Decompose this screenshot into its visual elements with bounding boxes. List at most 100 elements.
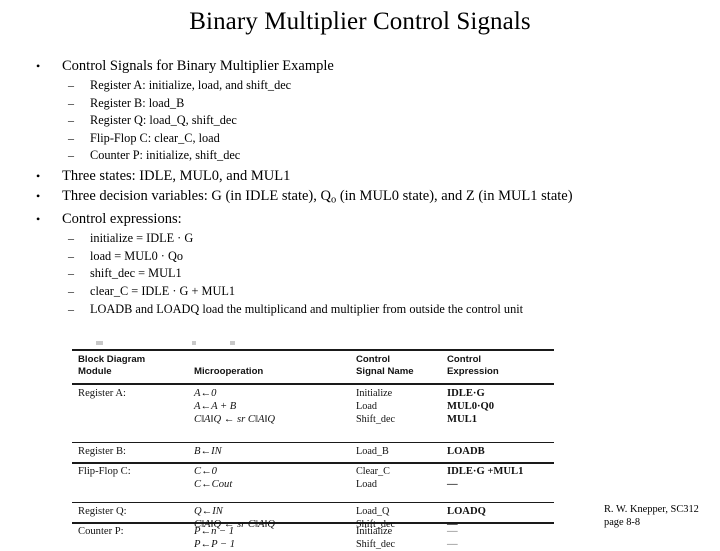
- bullet-marker-icon: •: [36, 212, 41, 227]
- control-expression: MUL1: [447, 414, 478, 426]
- module-label: Register Q:: [78, 506, 127, 517]
- signal-name: Initialize: [356, 388, 393, 399]
- cell-signal-name: Initialize Shift_dec: [356, 525, 446, 551]
- signal-name: Shift_dec: [356, 414, 396, 426]
- control-expression: MUL0·Q0: [447, 401, 495, 413]
- dash-marker-icon: –: [68, 95, 74, 110]
- cell-module: Counter P:: [78, 525, 193, 538]
- microoperation: C‖A‖Q ← sr C‖A‖Q: [194, 414, 276, 426]
- cell-signal-name: Clear_C Load: [356, 465, 446, 491]
- header-cell-signal-name: Control Signal Name: [356, 354, 446, 379]
- microoperation: A←A + B: [194, 401, 237, 413]
- page-title: Binary Multiplier Control Signals: [189, 8, 531, 35]
- table-rule-header: [72, 383, 554, 386]
- module-label: Flip-Flop C:: [78, 466, 131, 477]
- dash-marker-icon: –: [68, 284, 74, 299]
- sublist-expressions: – initialize = IDLE · G – load = MUL0 · …: [0, 230, 720, 318]
- table-rule-2: [72, 462, 554, 464]
- module-label: Register A:: [78, 388, 126, 399]
- bullet-text-prefix: Three decision variables: G (in IDLE sta…: [62, 187, 331, 204]
- microoperation: P←n − 1: [194, 526, 235, 537]
- dash-marker-icon: –: [68, 148, 74, 163]
- microoperation: P←P − 1: [194, 539, 236, 551]
- control-expression: LOADB: [447, 446, 485, 457]
- bullet-text: Control Signals for Binary Multiplier Ex…: [62, 58, 334, 74]
- cell-module: Flip-Flop C:: [78, 465, 193, 478]
- control-expression: IDLE·G +MUL1: [447, 466, 524, 477]
- header-cell-module: Block Diagram Module: [78, 354, 193, 379]
- bullet-three-states: • Three states: IDLE, MUL0, and MUL1: [0, 167, 720, 186]
- bullet-text: Three states: IDLE, MUL0, and MUL1: [62, 167, 291, 184]
- bullet-marker-icon: •: [36, 188, 41, 203]
- sub-bullet-loadb-loadq-expr: – LOADB and LOADQ load the multiplicand …: [0, 301, 720, 319]
- sub-bullet-shift-dec-expr: – shift_dec = MUL1: [0, 265, 720, 283]
- sub-bullet-register-q: – Register Q: load_Q, shift_dec: [0, 112, 720, 130]
- header-signal-line1: Control: [356, 354, 391, 365]
- table-rule-top: [72, 349, 554, 352]
- header-expression-line2: Expression: [447, 366, 499, 378]
- control-expression: —: [447, 479, 458, 491]
- sub-bullet-text: load = MUL0 · Qo: [90, 248, 184, 263]
- bullet-decision-variables: • Three decision variables: G (in IDLE s…: [0, 187, 720, 209]
- cell-microoperation: C←0 C←Cout: [194, 465, 352, 491]
- bullet-control-expressions: • Control expressions:: [0, 210, 720, 229]
- sub-bullet-text: clear_C = IDLE · G + MUL1: [90, 284, 235, 299]
- sub-bullet-text: Register B: load_B: [90, 95, 185, 110]
- cell-microoperation: A←0 A←A + B C‖A‖Q ← sr C‖A‖Q: [194, 387, 352, 427]
- cell-control-expression: IDLE·G +MUL1 —: [447, 465, 554, 491]
- credit-page: page 8-8: [604, 517, 641, 528]
- cell-control-expression: — —: [447, 525, 554, 551]
- scan-artifact: [192, 341, 196, 345]
- signal-name: Load: [356, 401, 377, 413]
- sublist-registers: – Register A: initialize, load, and shif…: [0, 77, 720, 165]
- sub-bullet-text: initialize = IDLE · G: [90, 231, 194, 246]
- signal-name: Load_Q: [356, 506, 390, 517]
- credit-block: R. W. Knepper, SC312 page 8-8: [604, 503, 699, 529]
- sub-bullet-register-a: – Register A: initialize, load, and shif…: [0, 77, 720, 95]
- cell-control-expression: LOADB: [447, 445, 554, 458]
- signal-name: Shift_dec: [356, 539, 396, 551]
- header-module-line1: Block Diagram: [78, 354, 146, 365]
- sub-bullet-load-expr: – load = MUL0 · Qo: [0, 248, 720, 266]
- bullet-control-signals: • Control Signals for Binary Multiplier …: [0, 57, 720, 76]
- cell-signal-name: Load_B: [356, 445, 446, 458]
- bullet-text-suffix: (in MUL0 state), and Z (in MUL1 state): [336, 187, 573, 204]
- header-microoperation: Microoperation: [194, 366, 264, 378]
- scan-artifact: [230, 341, 235, 345]
- dash-marker-icon: –: [68, 113, 74, 128]
- header-module-line2: Module: [78, 366, 112, 378]
- module-label: Counter P:: [78, 526, 124, 537]
- control-expression: IDLE·G: [447, 388, 485, 399]
- bullet-list: • Control Signals for Binary Multiplier …: [0, 57, 720, 320]
- control-expression: —: [447, 539, 458, 551]
- sub-bullet-text: Register Q: load_Q, shift_dec: [90, 113, 237, 128]
- header-cell-microoperation: Microoperation: [194, 354, 352, 379]
- module-label: Register B:: [78, 446, 126, 457]
- sub-bullet-clear-c-expr: – clear_C = IDLE · G + MUL1: [0, 283, 720, 301]
- cell-control-expression: IDLE·G MUL0·Q0 MUL1: [447, 387, 554, 427]
- microoperation: B←IN: [194, 446, 222, 457]
- scan-artifact: [96, 341, 103, 345]
- sub-bullet-register-b: – Register B: load_B: [0, 95, 720, 113]
- dash-marker-icon: –: [68, 231, 74, 246]
- microoperation: C←0: [194, 466, 217, 477]
- microoperation: C←Cout: [194, 479, 233, 491]
- signal-name: Load_B: [356, 446, 389, 457]
- control-expression: LOADQ: [447, 506, 486, 517]
- bullet-marker-icon: •: [36, 59, 41, 73]
- control-signals-table: Block Diagram Module Microoperation Cont…: [72, 341, 554, 550]
- table-header-row: Block Diagram Module Microoperation Cont…: [72, 354, 554, 382]
- header-cell-expression: Control Expression: [447, 354, 554, 379]
- signal-name: Load: [356, 479, 377, 491]
- cell-microoperation: P←n − 1 P←P − 1: [194, 525, 352, 551]
- sub-bullet-text: Flip-Flop C: clear_C, load: [90, 130, 220, 145]
- signal-name: Clear_C: [356, 466, 390, 477]
- table-rule-1: [72, 442, 554, 444]
- sub-bullet-flip-flop-c: – Flip-Flop C: clear_C, load: [0, 130, 720, 148]
- control-expression: —: [447, 526, 458, 537]
- table-rule-3: [72, 502, 554, 504]
- cell-signal-name: Initialize Load Shift_dec: [356, 387, 446, 427]
- bullet-marker-icon: •: [36, 168, 41, 183]
- sub-bullet-text: LOADB and LOADQ load the multiplicand an…: [90, 301, 524, 316]
- sub-bullet-text: Register A: initialize, load, and shift_…: [90, 78, 292, 92]
